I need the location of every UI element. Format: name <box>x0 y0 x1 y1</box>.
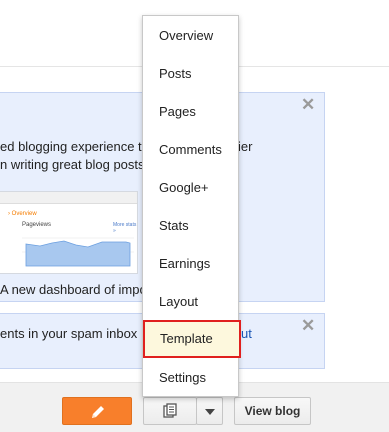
menu-item-comments[interactable]: Comments <box>143 132 238 168</box>
pencil-icon <box>92 406 104 418</box>
panel-text-line1: ed blogging experience t <box>0 139 142 154</box>
dashboard-preview-image: › Overview Pageviews More stats » <box>0 191 138 274</box>
preview-nav-item: › Overview <box>8 211 37 217</box>
close-icon[interactable]: ✕ <box>301 96 315 113</box>
menu-item-stats[interactable]: Stats <box>143 208 238 244</box>
spam-notice-text: ents in your spam inbox <box>0 326 138 341</box>
panel-caption: A new dashboard of impo <box>0 282 147 297</box>
posts-list-button[interactable] <box>143 397 197 425</box>
preview-pageviews-chart <box>22 237 134 267</box>
menu-item-earnings[interactable]: Earnings <box>143 246 238 282</box>
more-options-dropdown-button[interactable] <box>196 397 223 425</box>
panel-text-line2: n writing great blog posts <box>0 157 145 172</box>
menu-item-posts[interactable]: Posts <box>143 56 238 92</box>
blog-navigation-menu: Overview Posts Pages Comments Google+ St… <box>142 15 241 397</box>
panel-text-line1-end: ier <box>238 139 253 154</box>
menu-item-overview[interactable]: Overview <box>143 18 238 54</box>
menu-item-layout[interactable]: Layout <box>143 284 238 320</box>
chevron-down-icon <box>205 409 215 415</box>
new-post-button[interactable] <box>62 397 132 425</box>
close-icon[interactable]: ✕ <box>301 317 315 334</box>
preview-card-title: Pageviews <box>22 222 52 228</box>
menu-item-google-plus[interactable]: Google+ <box>143 170 238 206</box>
preview-toolbar <box>0 192 137 204</box>
menu-item-template[interactable]: Template <box>143 320 241 358</box>
view-blog-button[interactable]: View blog <box>234 397 311 425</box>
spam-notice-link[interactable]: ut <box>241 326 252 341</box>
documents-icon <box>163 403 177 418</box>
menu-item-pages[interactable]: Pages <box>143 94 238 130</box>
menu-item-settings[interactable]: Settings <box>143 360 238 396</box>
